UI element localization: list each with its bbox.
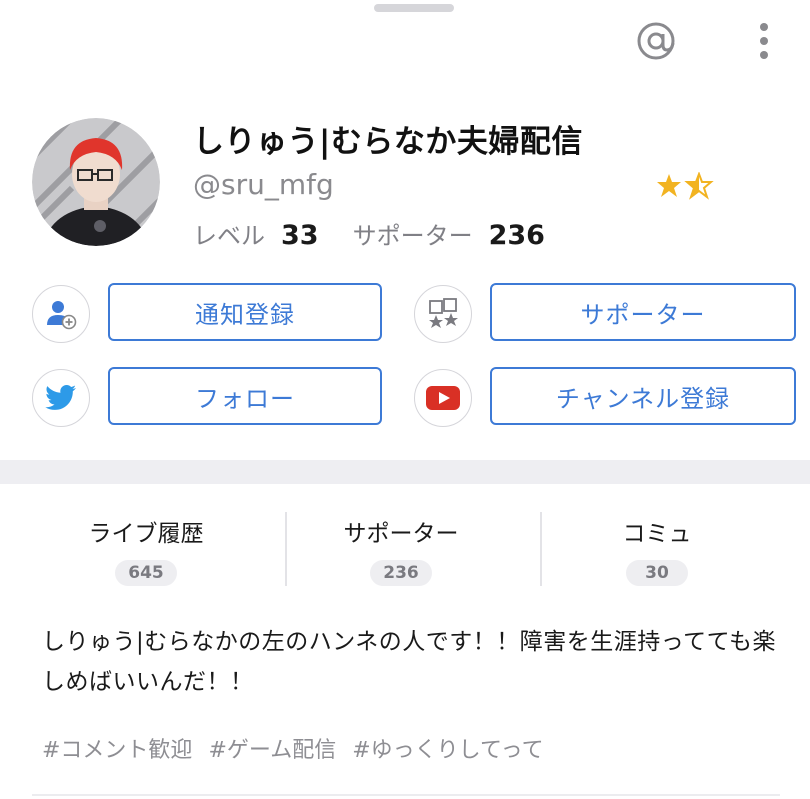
supporter-button[interactable]: サポーター [490,283,796,341]
supporter-icon[interactable] [414,285,472,343]
star-full-icon [657,174,681,197]
tag-link[interactable]: #ゲーム配信 [208,732,336,764]
sheet-drag-handle[interactable] [374,4,454,12]
level-value: 33 [281,220,319,251]
tab-label: サポーター [343,521,459,547]
notify-button[interactable]: 通知登録 [108,283,382,341]
channel-subscribe-button[interactable]: チャンネル登録 [490,367,796,425]
bottom-divider [32,794,780,796]
profile-name: しりゅう|むらなか夫婦配信 [193,124,583,160]
count-badge: 236 [370,560,432,586]
tag-link[interactable]: #コメント歓迎 [42,732,192,764]
supporter-label: サポーター [352,222,473,250]
section-divider [0,460,810,484]
profile-handle: @sru_mfg [193,168,334,201]
supporter-value: 236 [488,220,545,251]
add-user-icon[interactable] [32,285,90,343]
level-label: レベル [193,222,265,250]
twitter-icon[interactable] [32,369,90,427]
tab-supporters[interactable]: サポーター 236 [273,510,529,586]
profile-bio: しりゅう|むらなかの左のハンネの人です！！障害を生涯持ってても楽しめばいいんだ！… [42,629,776,695]
profile-sheet: しりゅう|むらなか夫婦配信 @sru_mfg レベル 33 サポーター 236 … [0,0,810,799]
count-badge: 645 [115,560,177,586]
tag-link[interactable]: #ゆっくりしてって [352,732,543,764]
rating-stars [656,171,714,200]
follow-button[interactable]: フォロー [108,367,382,425]
youtube-icon[interactable] [414,369,472,427]
count-badge: 30 [626,560,688,586]
tab-label: ライブ履歴 [88,521,204,547]
tab-community[interactable]: コミュ 30 [529,510,785,586]
at-sign-icon[interactable] [628,16,684,66]
profile-stats: レベル 33 サポーター 236 [193,216,579,251]
avatar[interactable] [32,118,160,246]
tab-live-history[interactable]: ライブ履歴 645 [18,510,274,586]
vertical-more-icon[interactable] [748,18,780,64]
tab-label: コミュ [622,521,692,547]
tag-list: #コメント歓迎 #ゲーム配信 #ゆっくりしてって [42,732,560,764]
